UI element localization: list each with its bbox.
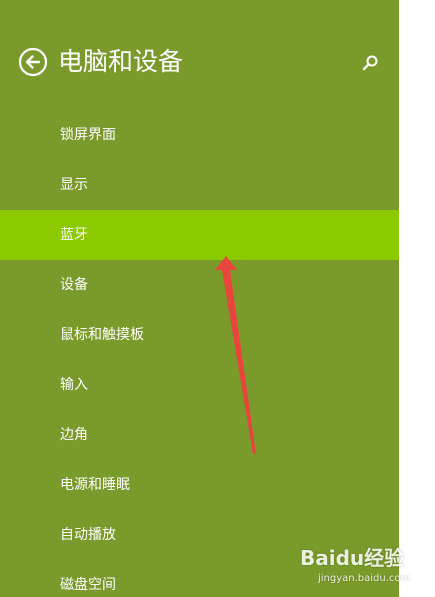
menu-item-bluetooth[interactable]: 蓝牙 (0, 210, 399, 260)
search-icon[interactable] (360, 53, 380, 73)
menu-item-corners-edges[interactable]: 边角 (0, 410, 399, 460)
menu-item-mouse-touchpad[interactable]: 鼠标和触摸板 (0, 310, 399, 360)
back-arrow-circle-icon[interactable] (18, 47, 48, 77)
watermark-url: jingyan.baidu.com (318, 573, 411, 584)
menu-item-typing[interactable]: 输入 (0, 360, 399, 410)
page-title: 电脑和设备 (58, 47, 184, 76)
menu-item-devices[interactable]: 设备 (0, 260, 399, 310)
settings-panel: 电脑和设备 锁屏界面 显示 蓝牙 设备 鼠标和触摸板 输入 边角 电源和睡眠 自… (0, 0, 399, 597)
menu-item-lock-screen[interactable]: 锁屏界面 (0, 110, 399, 160)
baidu-watermark: Baidu经验 jingyan.baidu.com (300, 540, 430, 590)
menu-item-display[interactable]: 显示 (0, 160, 399, 210)
watermark-logo: Baidu经验 (300, 546, 405, 570)
screenshot: 电脑和设备 锁屏界面 显示 蓝牙 设备 鼠标和触摸板 输入 边角 电源和睡眠 自… (0, 0, 435, 597)
settings-menu: 锁屏界面 显示 蓝牙 设备 鼠标和触摸板 输入 边角 电源和睡眠 自动播放 磁盘… (0, 110, 399, 597)
page-header: 电脑和设备 (18, 42, 183, 82)
menu-item-power-sleep[interactable]: 电源和睡眠 (0, 460, 399, 510)
